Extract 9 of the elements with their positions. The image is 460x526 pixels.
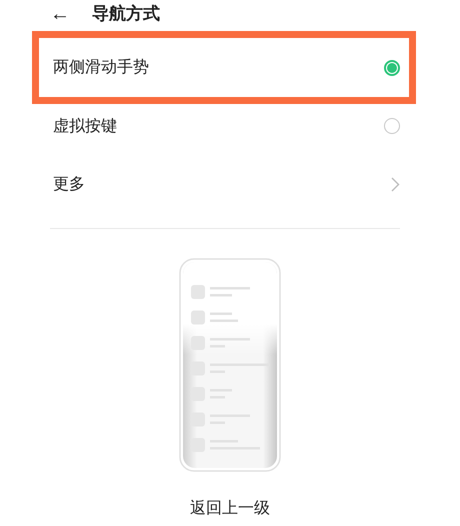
radio-button[interactable] [384,60,400,76]
preview-caption: 返回上一级 [190,498,270,519]
back-button[interactable]: ← [50,4,70,24]
chevron-right-icon [391,176,400,192]
page-title: 导航方式 [92,3,160,25]
option-label[interactable]: 两侧滑动手势 [53,57,149,78]
option-label[interactable]: 虚拟按键 [53,116,117,136]
radio-button[interactable] [384,118,400,134]
option-label[interactable]: 更多 [53,174,85,194]
